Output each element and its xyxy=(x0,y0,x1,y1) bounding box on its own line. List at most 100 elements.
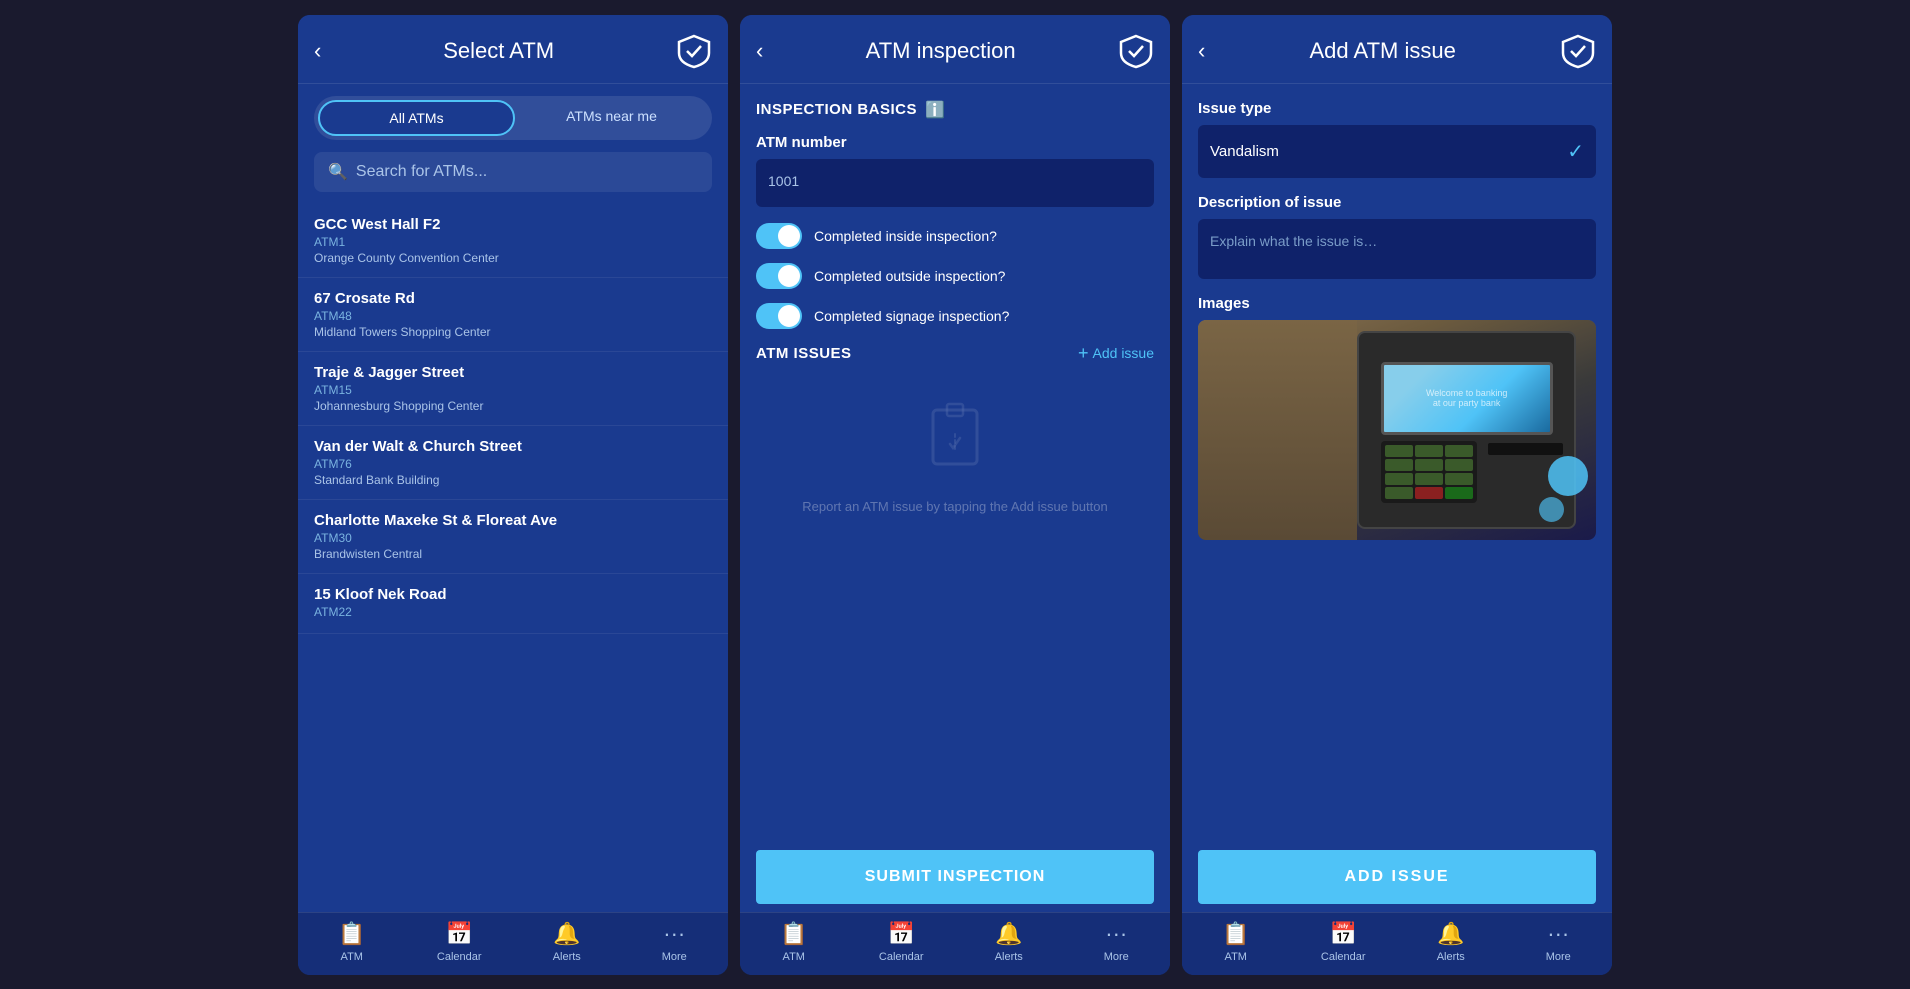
list-item[interactable]: 15 Kloof Nek Road ATM22 xyxy=(298,574,728,634)
alerts-nav-icon: 🔔 xyxy=(553,921,580,947)
issue-type-value: Vandalism xyxy=(1210,143,1279,160)
nav-item-alerts-s3[interactable]: 🔔 Alerts xyxy=(1397,921,1505,963)
toggle-outside-switch[interactable] xyxy=(756,263,802,289)
brand-logo-s1 xyxy=(676,33,712,69)
nav-label-calendar: Calendar xyxy=(437,951,482,963)
nav-label-alerts-s2: Alerts xyxy=(995,951,1023,963)
nav-item-atm-s3[interactable]: 📋 ATM xyxy=(1182,921,1290,963)
nav-label-calendar-s3: Calendar xyxy=(1321,951,1366,963)
atm-location: Standard Bank Building xyxy=(314,473,712,487)
toggle-knob xyxy=(778,265,800,287)
screen-add-atm-issue: ‹ Add ATM issue Issue type Vandalism ✓ D… xyxy=(1182,15,1612,975)
nav-item-calendar-s2[interactable]: 📅 Calendar xyxy=(848,921,956,963)
atm-location: Orange County Convention Center xyxy=(314,251,712,265)
atm-nav-icon-s2: 📋 xyxy=(780,921,807,947)
inspection-content: INSPECTION BASICS ℹ️ ATM number 1001 Com… xyxy=(740,84,1170,842)
description-label: Description of issue xyxy=(1198,194,1596,211)
nav-item-calendar-s3[interactable]: 📅 Calendar xyxy=(1290,921,1398,963)
screen3-header: ‹ Add ATM issue xyxy=(1182,15,1612,84)
screen1-title: Select ATM xyxy=(321,38,676,64)
list-item[interactable]: Traje & Jagger Street ATM15 Johannesburg… xyxy=(298,352,728,426)
empty-issues-state: Report an ATM issue by tapping the Add i… xyxy=(756,380,1154,537)
tab-atms-near-me[interactable]: ATMs near me xyxy=(515,100,708,136)
nav-item-more-s2[interactable]: ··· More xyxy=(1063,921,1171,963)
atm-location: Brandwisten Central xyxy=(314,547,712,561)
toggle-signage: Completed signage inspection? xyxy=(756,303,1154,329)
bottom-nav-s1: 📋 ATM 📅 Calendar 🔔 Alerts ··· More xyxy=(298,912,728,975)
search-input[interactable]: Search for ATMs... xyxy=(356,163,487,181)
atm-name: 15 Kloof Nek Road xyxy=(314,586,712,603)
brand-logo-s3 xyxy=(1560,33,1596,69)
images-label: Images xyxy=(1198,295,1596,312)
toggle-inside-label: Completed inside inspection? xyxy=(814,228,997,244)
add-issue-button[interactable]: + Add issue xyxy=(1078,343,1154,364)
atm-name: GCC West Hall F2 xyxy=(314,216,712,233)
more-nav-icon-s2: ··· xyxy=(1105,921,1127,947)
back-button-s1[interactable]: ‹ xyxy=(314,38,321,64)
atm-location: Midland Towers Shopping Center xyxy=(314,325,712,339)
clipboard-empty-icon xyxy=(925,400,985,485)
atm-name: 67 Crosate Rd xyxy=(314,290,712,307)
atm-code: ATM1 xyxy=(314,235,712,249)
toggle-outside: Completed outside inspection? xyxy=(756,263,1154,289)
toggle-inside-switch[interactable] xyxy=(756,223,802,249)
alerts-nav-icon-s2: 🔔 xyxy=(995,921,1022,947)
screen1-header: ‹ Select ATM xyxy=(298,15,728,84)
search-icon: 🔍 xyxy=(328,162,348,182)
bottom-nav-s3: 📋 ATM 📅 Calendar 🔔 Alerts ··· More xyxy=(1182,912,1612,975)
back-button-s2[interactable]: ‹ xyxy=(756,38,763,64)
nav-label-more: More xyxy=(662,951,687,963)
nav-item-calendar-s1[interactable]: 📅 Calendar xyxy=(406,921,514,963)
chevron-down-icon: ✓ xyxy=(1567,139,1584,164)
nav-item-atm-s2[interactable]: 📋 ATM xyxy=(740,921,848,963)
atm-issues-header: ATM ISSUES + Add issue xyxy=(756,343,1154,364)
brand-logo-s2 xyxy=(1118,33,1154,69)
description-placeholder: Explain what the issue is… xyxy=(1210,233,1377,249)
nav-item-alerts-s2[interactable]: 🔔 Alerts xyxy=(955,921,1063,963)
list-item[interactable]: GCC West Hall F2 ATM1 Orange County Conv… xyxy=(298,204,728,278)
search-bar[interactable]: 🔍 Search for ATMs... xyxy=(314,152,712,192)
atm-number-input[interactable]: 1001 xyxy=(756,159,1154,207)
screen-atm-inspection: ‹ ATM inspection INSPECTION BASICS ℹ️ AT… xyxy=(740,15,1170,975)
atm-code: ATM76 xyxy=(314,457,712,471)
list-item[interactable]: Charlotte Maxeke St & Floreat Ave ATM30 … xyxy=(298,500,728,574)
atm-name: Traje & Jagger Street xyxy=(314,364,712,381)
info-icon[interactable]: ℹ️ xyxy=(925,100,945,120)
atm-name: Van der Walt & Church Street xyxy=(314,438,712,455)
toggle-inside: Completed inside inspection? xyxy=(756,223,1154,249)
nav-label-atm-s2: ATM xyxy=(783,951,805,963)
add-issue-submit-button[interactable]: ADD ISSUE xyxy=(1198,850,1596,904)
atm-tabs: All ATMs ATMs near me xyxy=(314,96,712,140)
atm-number-label: ATM number xyxy=(756,134,1154,151)
nav-item-more-s1[interactable]: ··· More xyxy=(621,921,729,963)
toggle-knob xyxy=(778,305,800,327)
back-button-s3[interactable]: ‹ xyxy=(1198,38,1205,64)
nav-label-more-s3: More xyxy=(1546,951,1571,963)
list-item[interactable]: Van der Walt & Church Street ATM76 Stand… xyxy=(298,426,728,500)
issue-type-label: Issue type xyxy=(1198,100,1596,117)
description-textarea[interactable]: Explain what the issue is… xyxy=(1198,219,1596,279)
add-issue-content: Issue type Vandalism ✓ Description of is… xyxy=(1182,84,1612,842)
list-item[interactable]: 67 Crosate Rd ATM48 Midland Towers Shopp… xyxy=(298,278,728,352)
screen2-header: ‹ ATM inspection xyxy=(740,15,1170,84)
screen3-title: Add ATM issue xyxy=(1205,38,1560,64)
atm-location: Johannesburg Shopping Center xyxy=(314,399,712,413)
nav-item-atm-s1[interactable]: 📋 ATM xyxy=(298,921,406,963)
screen2-title: ATM inspection xyxy=(763,38,1118,64)
nav-item-alerts-s1[interactable]: 🔔 Alerts xyxy=(513,921,621,963)
bottom-nav-s2: 📋 ATM 📅 Calendar 🔔 Alerts ··· More xyxy=(740,912,1170,975)
calendar-nav-icon-s2: 📅 xyxy=(888,921,915,947)
plus-icon: + xyxy=(1078,343,1089,364)
toggle-signage-switch[interactable] xyxy=(756,303,802,329)
inspection-basics-title: INSPECTION BASICS xyxy=(756,101,917,118)
nav-label-atm-s3: ATM xyxy=(1225,951,1247,963)
atm-code: ATM30 xyxy=(314,531,712,545)
submit-inspection-button[interactable]: SUBMIT INSPECTION xyxy=(756,850,1154,904)
more-nav-icon: ··· xyxy=(663,921,685,947)
toggle-knob xyxy=(778,225,800,247)
issue-type-dropdown[interactable]: Vandalism ✓ xyxy=(1198,125,1596,178)
nav-item-more-s3[interactable]: ··· More xyxy=(1505,921,1613,963)
nav-label-atm: ATM xyxy=(341,951,363,963)
tab-all-atms[interactable]: All ATMs xyxy=(318,100,515,136)
add-issue-label: Add issue xyxy=(1093,345,1154,361)
